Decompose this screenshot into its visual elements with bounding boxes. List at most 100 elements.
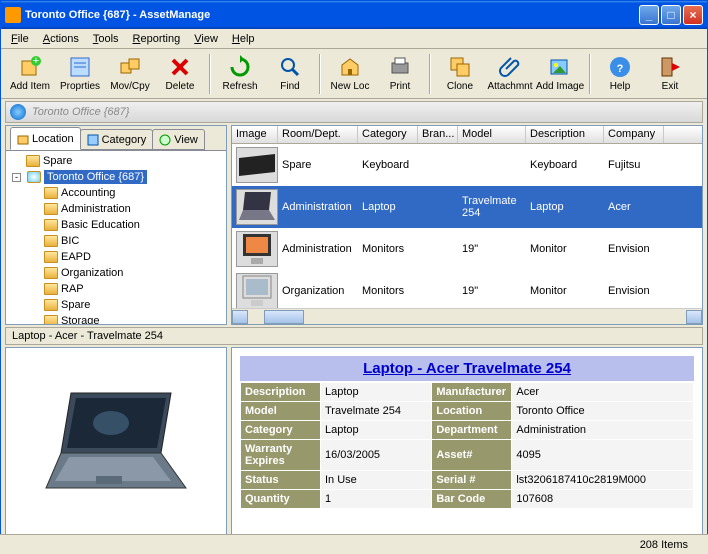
movcpy-icon xyxy=(118,55,142,79)
column-header[interactable]: Model xyxy=(458,126,526,143)
toolbar-refresh[interactable]: Refresh xyxy=(215,51,265,97)
toolbar-find[interactable]: Find xyxy=(265,51,315,97)
menubar: File Actions Tools Reporting View Help xyxy=(1,29,707,49)
grid-header: ImageRoom/Dept.CategoryBran...ModelDescr… xyxy=(232,126,702,144)
folder-icon xyxy=(44,187,58,199)
tab-view[interactable]: View xyxy=(152,129,205,150)
tree-item[interactable]: RAP xyxy=(8,281,224,297)
folder-icon xyxy=(26,155,40,167)
close-button[interactable]: × xyxy=(683,5,703,25)
tree-item[interactable]: Storage xyxy=(8,313,224,324)
column-header[interactable]: Category xyxy=(358,126,418,143)
detail-key: Manufacturer xyxy=(432,383,512,402)
expand-button[interactable]: - xyxy=(12,173,21,182)
find-icon xyxy=(278,55,302,79)
toolbar-movcpy[interactable]: Mov/Cpy xyxy=(105,51,155,97)
table-row[interactable]: AdministrationMonitors19"MonitorEnvision xyxy=(232,228,702,270)
toolbar-exit[interactable]: Exit xyxy=(645,51,695,97)
detail-value: 4095 xyxy=(512,440,694,471)
status-item-count: 208 Items xyxy=(640,539,688,551)
scroll-left-button[interactable] xyxy=(232,310,248,324)
item-thumbnail xyxy=(236,147,278,183)
maximize-button[interactable]: □ xyxy=(661,5,681,25)
svg-text:+: + xyxy=(33,55,39,67)
detail-key: Model xyxy=(241,402,321,421)
toolbar-print[interactable]: Print xyxy=(375,51,425,97)
scroll-thumb[interactable] xyxy=(264,310,304,324)
toolbar-delete[interactable]: Delete xyxy=(155,51,205,97)
detail-title[interactable]: Laptop - Acer Travelmate 254 xyxy=(240,356,694,381)
statusbar: 208 Items xyxy=(0,534,708,554)
detail-panel: Laptop - Acer Travelmate 254 Description… xyxy=(231,347,703,539)
detail-key: Description xyxy=(241,383,321,402)
tree[interactable]: Spare-Toronto Office {687}AccountingAdmi… xyxy=(6,150,226,324)
column-header[interactable]: Image xyxy=(232,126,278,143)
menu-file[interactable]: File xyxy=(5,31,35,47)
tree-item[interactable]: Basic Education xyxy=(8,217,224,233)
menu-tools[interactable]: Tools xyxy=(87,31,125,47)
column-header[interactable]: Bran... xyxy=(418,126,458,143)
tab-location[interactable]: Location xyxy=(10,127,81,150)
addimage-icon xyxy=(548,55,572,79)
tree-item[interactable]: BIC xyxy=(8,233,224,249)
proprties-icon xyxy=(68,55,92,79)
table-row[interactable]: SpareKeyboardKeyboardFujitsu xyxy=(232,144,702,186)
toolbar-help[interactable]: ?Help xyxy=(595,51,645,97)
column-header[interactable]: Company xyxy=(604,126,664,143)
item-thumbnail xyxy=(236,189,278,225)
tree-item[interactable]: EAPD xyxy=(8,249,224,265)
print-icon xyxy=(388,55,412,79)
folder-icon xyxy=(44,299,58,311)
tree-item[interactable]: -Toronto Office {687} xyxy=(8,169,224,185)
toolbar-proprties[interactable]: Proprties xyxy=(55,51,105,97)
folder-icon xyxy=(44,267,58,279)
scroll-right-button[interactable] xyxy=(686,310,702,324)
detail-key: Category xyxy=(241,421,321,440)
detail-key: Quantity xyxy=(241,490,321,509)
menu-reporting[interactable]: Reporting xyxy=(127,31,187,47)
menu-view[interactable]: View xyxy=(188,31,224,47)
detail-value: Toronto Office xyxy=(512,402,694,421)
detail-value: Administration xyxy=(512,421,694,440)
refresh-icon xyxy=(228,55,252,79)
horizontal-scrollbar[interactable] xyxy=(232,308,702,324)
toolbar-newloc[interactable]: New Loc xyxy=(325,51,375,97)
tree-item[interactable]: Administration xyxy=(8,201,224,217)
table-row[interactable]: AdministrationLaptopTravelmate 254Laptop… xyxy=(232,186,702,228)
left-panel: LocationCategoryView Spare-Toronto Offic… xyxy=(5,125,227,325)
detail-key: Warranty Expires xyxy=(241,440,321,471)
detail-key: Status xyxy=(241,471,321,490)
menu-actions[interactable]: Actions xyxy=(37,31,85,47)
toolbar-clone[interactable]: Clone xyxy=(435,51,485,97)
tab-category[interactable]: Category xyxy=(80,129,154,150)
toolbar-addimage[interactable]: Add Image xyxy=(535,51,585,97)
toolbar-attachmnt[interactable]: Attachmnt xyxy=(485,51,535,97)
attachmnt-icon xyxy=(498,55,522,79)
folder-icon xyxy=(44,251,58,263)
tree-item[interactable]: Spare xyxy=(8,297,224,313)
detail-value: 107608 xyxy=(512,490,694,509)
table-row[interactable]: OrganizationMonitors19"MonitorEnvision xyxy=(232,270,702,308)
detail-key: Department xyxy=(432,421,512,440)
tree-item[interactable]: Spare xyxy=(8,153,224,169)
minimize-button[interactable]: _ xyxy=(639,5,659,25)
folder-icon xyxy=(44,203,58,215)
detail-value: Laptop xyxy=(321,383,432,402)
detail-value: In Use xyxy=(321,471,432,490)
location-title: Toronto Office {687} xyxy=(32,106,129,118)
detail-key: Location xyxy=(432,402,512,421)
detail-table: DescriptionLaptopManufacturerAcerModelTr… xyxy=(240,382,694,509)
column-header[interactable]: Description xyxy=(526,126,604,143)
detail-value: Acer xyxy=(512,383,694,402)
tabs: LocationCategoryView xyxy=(6,126,226,150)
tree-item[interactable]: Accounting xyxy=(8,185,224,201)
item-thumbnail xyxy=(236,231,278,267)
grid-body[interactable]: SpareKeyboardKeyboardFujitsuAdministrati… xyxy=(232,144,702,308)
toolbar-additem[interactable]: +Add Item xyxy=(5,51,55,97)
tree-item[interactable]: Organization xyxy=(8,265,224,281)
column-header[interactable]: Room/Dept. xyxy=(278,126,358,143)
window-title: Toronto Office {687} - AssetManage xyxy=(25,9,639,21)
detail-value: 1 xyxy=(321,490,432,509)
menu-help[interactable]: Help xyxy=(226,31,261,47)
svg-text:?: ? xyxy=(617,63,624,75)
